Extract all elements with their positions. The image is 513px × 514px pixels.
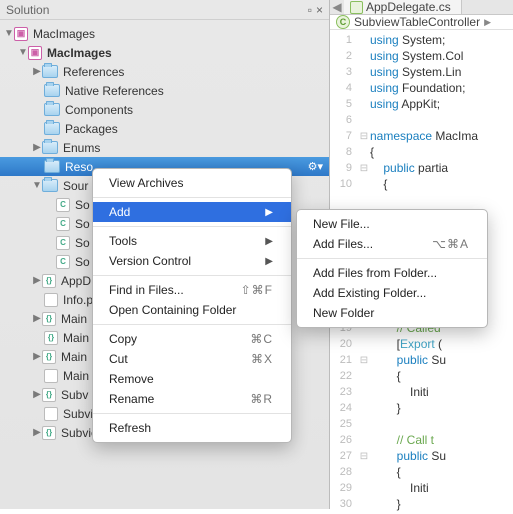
cs-file-icon: {} — [42, 274, 56, 288]
cs-file-icon: C — [56, 217, 70, 231]
folder-components[interactable]: Components — [0, 100, 329, 119]
context-menu: View Archives Add▶ Tools▶Version Control▶ F… — [92, 168, 292, 443]
chevron-right-icon: ▶ — [265, 207, 273, 218]
caret-icon[interactable]: ▶ — [32, 66, 42, 77]
menu-item-copy[interactable]: Copy⌘C — [93, 329, 291, 349]
caret-icon[interactable]: ▼ — [32, 180, 42, 191]
menu-item-version-control[interactable]: Version Control▶ — [93, 251, 291, 271]
menu-item-find-in-files[interactable]: Find in Files...⇧⌘F — [93, 280, 291, 300]
folder-icon — [42, 65, 58, 78]
caret-icon[interactable]: ▶ — [32, 275, 42, 286]
project-node[interactable]: ▼ ▣ MacImages — [0, 43, 329, 62]
menu-item-refresh[interactable]: Refresh — [93, 418, 291, 438]
caret-icon[interactable]: ▶ — [32, 351, 42, 362]
caret-icon[interactable]: ▶ — [32, 389, 42, 400]
menu-item-view-archives[interactable]: View Archives — [93, 173, 291, 193]
xib-icon — [44, 407, 58, 421]
plist-icon — [44, 293, 58, 307]
folder-references[interactable]: ▶References — [0, 62, 329, 81]
cs-file-icon: {} — [42, 350, 56, 364]
folder-icon — [42, 179, 58, 192]
menu-item-add-files[interactable]: Add Files...⌥⌘A — [297, 234, 487, 254]
breadcrumb-item: SubviewTableController — [354, 15, 480, 29]
caret-icon[interactable]: ▶ — [32, 427, 42, 438]
chevron-right-icon: ▶ — [484, 17, 491, 28]
folder-icon — [44, 122, 60, 135]
project-label: MacImages — [47, 46, 112, 60]
sidebar-header: Solution ▫ × — [0, 0, 329, 20]
tab-prev-icon[interactable]: ◀ — [330, 0, 344, 14]
caret-icon[interactable]: ▼ — [18, 47, 28, 58]
folder-native-references[interactable]: Native References — [0, 81, 329, 100]
cs-file-icon: {} — [42, 312, 56, 326]
solution-root[interactable]: ▼ ▣ MacImages — [0, 24, 329, 43]
cs-file-icon: C — [56, 198, 70, 212]
menu-item-remove[interactable]: Remove — [93, 369, 291, 389]
caret-icon[interactable]: ▼ — [4, 28, 14, 39]
cs-file-icon: C — [56, 255, 70, 269]
project-icon: ▣ — [28, 46, 42, 60]
xib-icon — [44, 369, 58, 383]
menu-item-add-files-from-folder[interactable]: Add Files from Folder... — [297, 263, 487, 283]
folder-packages[interactable]: Packages — [0, 119, 329, 138]
sidebar-close-icon[interactable]: × — [316, 3, 323, 17]
menu-item-open-containing-folder[interactable]: Open Containing Folder — [93, 300, 291, 320]
menu-item-cut[interactable]: Cut⌘X — [93, 349, 291, 369]
editor-breadcrumb[interactable]: C SubviewTableController ▶ — [330, 15, 513, 30]
add-submenu: New File...Add Files...⌥⌘A Add Files from… — [296, 209, 488, 328]
solution-label: MacImages — [33, 27, 95, 41]
menu-item-add-existing-folder[interactable]: Add Existing Folder... — [297, 283, 487, 303]
editor-tabbar: ◀ AppDelegate.cs — [330, 0, 513, 15]
sidebar-collapse-icon[interactable]: ▫ — [308, 3, 312, 17]
cs-file-icon: C — [56, 236, 70, 250]
chevron-right-icon: ▶ — [265, 256, 273, 267]
chevron-right-icon: ▶ — [265, 236, 273, 247]
editor-tab[interactable]: AppDelegate.cs — [344, 0, 462, 14]
folder-icon — [44, 160, 60, 173]
menu-item-new-file[interactable]: New File... — [297, 214, 487, 234]
sidebar-title: Solution — [6, 3, 49, 17]
menu-item-new-folder[interactable]: New Folder — [297, 303, 487, 323]
folder-icon — [44, 84, 60, 97]
caret-icon[interactable]: ▶ — [32, 313, 42, 324]
folder-icon — [44, 103, 60, 116]
solution-icon: ▣ — [14, 27, 28, 41]
folder-enums[interactable]: ▶Enums — [0, 138, 329, 157]
menu-item-rename[interactable]: Rename⌘R — [93, 389, 291, 409]
cs-file-icon: {} — [42, 388, 56, 402]
folder-icon — [42, 141, 58, 154]
menu-item-tools[interactable]: Tools▶ — [93, 231, 291, 251]
cs-file-icon: {} — [44, 331, 58, 345]
class-icon: C — [336, 15, 350, 29]
caret-icon[interactable]: ▶ — [32, 142, 42, 153]
menu-item-add[interactable]: Add▶ — [93, 202, 291, 222]
gear-icon[interactable]: ⚙▾ — [308, 160, 323, 173]
cs-file-icon: {} — [42, 426, 56, 440]
